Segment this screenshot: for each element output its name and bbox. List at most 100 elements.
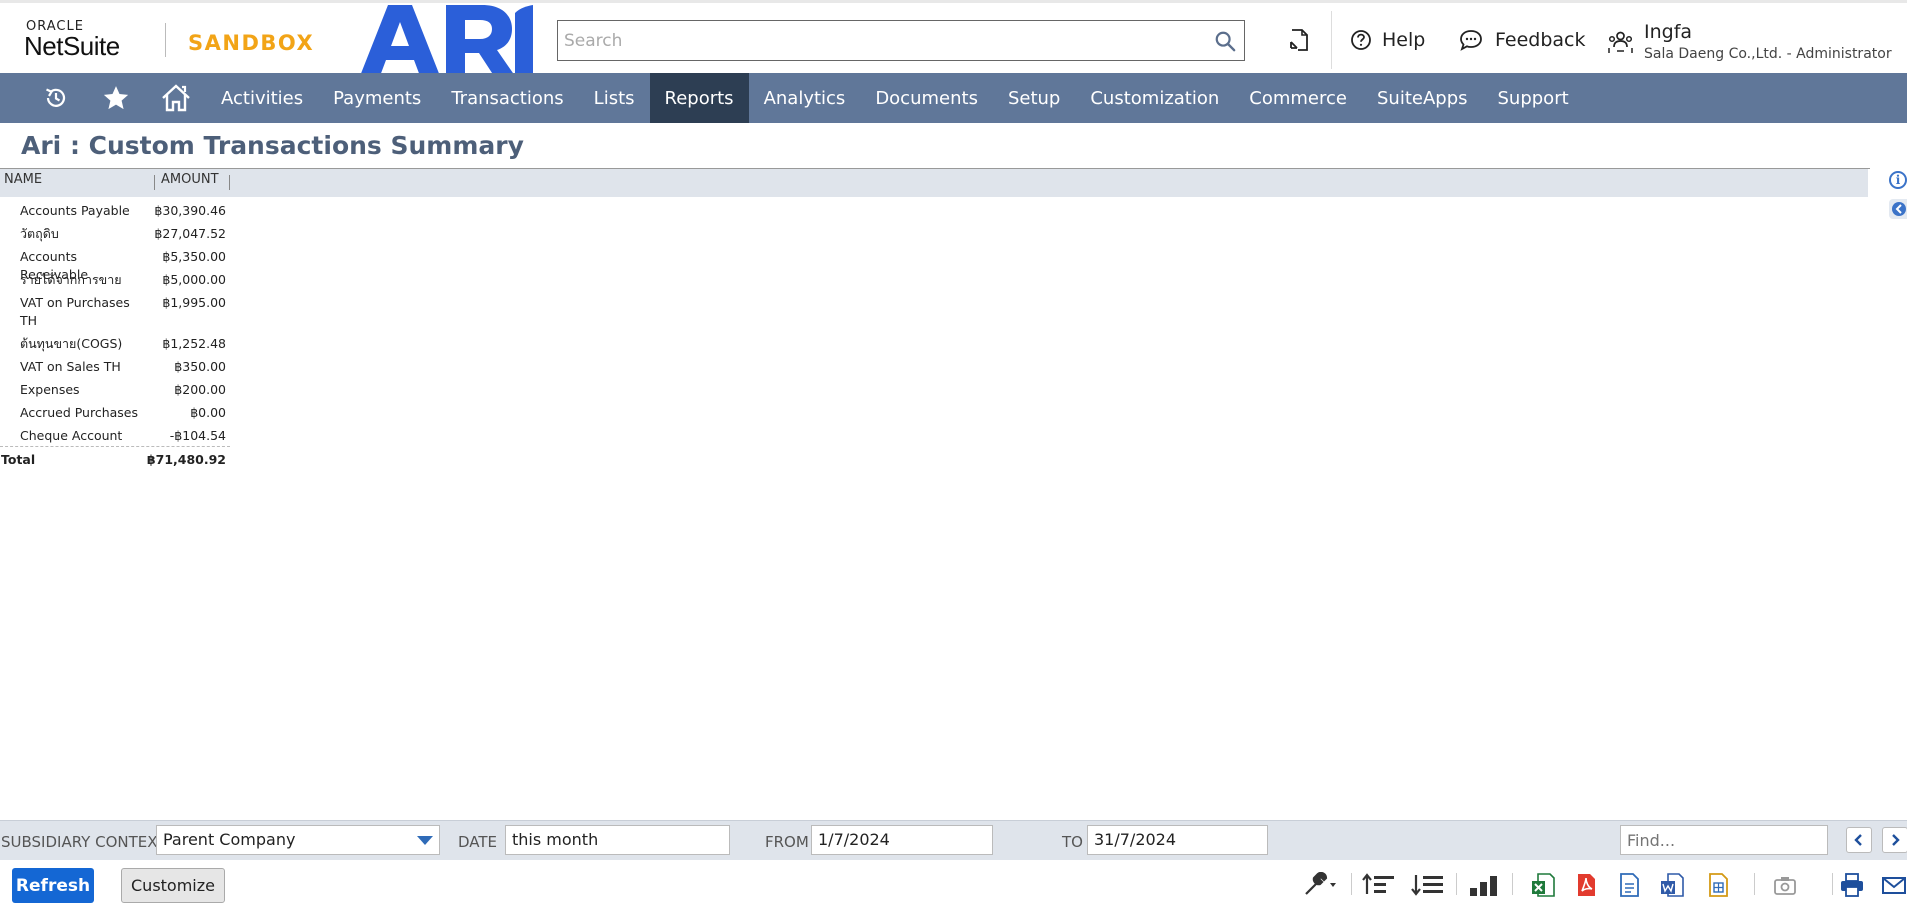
excel-export-icon[interactable] xyxy=(1530,872,1556,898)
account-amount[interactable]: ฿200.00 xyxy=(174,381,226,399)
account-name[interactable]: Accrued Purchases xyxy=(20,404,142,422)
expand-all-icon[interactable] xyxy=(1410,872,1444,898)
search-input[interactable] xyxy=(558,21,1188,60)
toolbar-separator xyxy=(1351,873,1352,895)
csv-export-icon[interactable] xyxy=(1616,872,1642,898)
account-name[interactable]: รายได้จากการขาย xyxy=(20,271,142,289)
table-row[interactable]: Accounts Payable ฿30,390.46 xyxy=(0,199,230,222)
nav-setup[interactable]: Setup xyxy=(993,73,1075,123)
ari-company-logo-icon xyxy=(360,5,533,76)
table-row[interactable]: Cheque Account -฿104.54 xyxy=(0,424,230,447)
refresh-button[interactable]: Refresh xyxy=(12,868,94,903)
account-amount[interactable]: ฿350.00 xyxy=(174,358,226,376)
table-row[interactable]: ต้นทุนขาย(COGS) ฿1,252.48 xyxy=(0,332,230,355)
next-page-button[interactable] xyxy=(1882,827,1907,853)
account-amount[interactable]: ฿5,350.00 xyxy=(162,248,226,266)
subsidiary-context-value: Parent Company xyxy=(163,830,296,849)
account-amount[interactable]: ฿1,252.48 xyxy=(162,335,226,353)
help-label: Help xyxy=(1382,29,1426,51)
print-icon[interactable] xyxy=(1839,872,1865,898)
table-row[interactable]: Accounts Receivable ฿5,350.00 xyxy=(0,245,230,282)
snapshot-camera-icon[interactable] xyxy=(1772,872,1798,898)
nav-suiteapps[interactable]: SuiteApps xyxy=(1362,73,1483,123)
account-name[interactable]: Expenses xyxy=(20,381,142,399)
info-icon[interactable]: i xyxy=(1889,171,1907,189)
column-resize-handle[interactable] xyxy=(154,175,155,190)
report-filter-bar: SUBSIDIARY CONTEXT Parent Company DATE t… xyxy=(0,820,1907,860)
nav-analytics[interactable]: Analytics xyxy=(749,73,861,123)
subsidiary-context-select[interactable]: Parent Company xyxy=(156,825,440,855)
account-name[interactable]: Cheque Account xyxy=(20,427,142,445)
account-amount[interactable]: ฿5,000.00 xyxy=(162,271,226,289)
customize-button[interactable]: Customize xyxy=(121,868,225,903)
email-icon[interactable] xyxy=(1881,872,1907,898)
word-export-icon[interactable] xyxy=(1659,872,1685,898)
previous-page-button[interactable] xyxy=(1846,827,1872,853)
date-label: DATE xyxy=(458,833,498,851)
help-link[interactable]: Help xyxy=(1350,29,1425,51)
table-row[interactable]: Expenses ฿200.00 xyxy=(0,378,230,401)
nav-lists[interactable]: Lists xyxy=(579,73,650,123)
chevron-left-icon xyxy=(1892,202,1906,216)
collapse-panel-button[interactable] xyxy=(1889,199,1907,219)
chevron-right-icon xyxy=(1892,834,1900,846)
nav-customization[interactable]: Customization xyxy=(1075,73,1234,123)
nav-activities[interactable]: Activities xyxy=(206,73,318,123)
account-name[interactable]: Accounts Payable xyxy=(20,202,142,220)
account-amount[interactable]: ฿0.00 xyxy=(190,404,226,422)
to-date-value: 31/7/2024 xyxy=(1094,830,1177,849)
nav-reports[interactable]: Reports xyxy=(649,73,749,123)
search-icon[interactable] xyxy=(1214,30,1236,52)
table-row[interactable]: วัตถุดิบ ฿27,047.52 xyxy=(0,222,230,245)
account-name[interactable]: ต้นทุนขาย(COGS) xyxy=(20,335,142,353)
collapse-all-icon[interactable] xyxy=(1361,872,1395,898)
table-row[interactable]: Accrued Purchases ฿0.00 xyxy=(0,401,230,424)
account-amount[interactable]: ฿30,390.46 xyxy=(154,202,226,220)
user-role[interactable]: Sala Daeng Co.,Ltd. - Administrator xyxy=(1644,46,1892,62)
table-row[interactable]: VAT on Purchases TH ฿1,995.00 xyxy=(0,291,230,332)
logo-divider xyxy=(165,23,166,57)
find-input[interactable] xyxy=(1620,825,1828,855)
date-range-field[interactable]: this month xyxy=(505,825,730,855)
total-amount: ฿71,480.92 xyxy=(146,452,226,467)
toolbar-separator xyxy=(1512,873,1513,895)
user-name[interactable]: Ingfa xyxy=(1644,21,1692,43)
recent-history-icon xyxy=(46,88,66,107)
table-row[interactable]: VAT on Sales TH ฿350.00 xyxy=(0,355,230,378)
toolbar-separator xyxy=(1832,873,1833,895)
main-navigation: Activities Payments Transactions Lists R… xyxy=(0,73,1907,123)
pdf-export-icon[interactable] xyxy=(1573,872,1599,898)
account-amount[interactable]: ฿27,047.52 xyxy=(154,225,226,243)
page-title: Ari : Custom Transactions Summary xyxy=(21,131,524,160)
account-name[interactable]: VAT on Purchases TH xyxy=(20,294,142,330)
account-name[interactable]: VAT on Sales TH xyxy=(20,358,142,376)
nav-payments[interactable]: Payments xyxy=(318,73,436,123)
nav-favorites[interactable] xyxy=(86,73,146,123)
recent-records-document-icon[interactable] xyxy=(1287,28,1311,54)
column-resize-handle[interactable] xyxy=(229,175,230,190)
nav-transactions[interactable]: Transactions xyxy=(436,73,578,123)
account-amount[interactable]: -฿104.54 xyxy=(170,427,226,445)
nav-recent-records[interactable] xyxy=(26,73,86,123)
account-name[interactable]: วัตถุดิบ xyxy=(20,225,142,243)
table-row[interactable]: รายได้จากการขาย ฿5,000.00 xyxy=(0,268,230,291)
column-header-amount[interactable]: AMOUNT xyxy=(161,172,219,187)
global-search[interactable] xyxy=(557,20,1245,61)
from-date-field[interactable]: 1/7/2024 xyxy=(811,825,993,855)
netsuite-logo[interactable]: NetSuite xyxy=(24,31,120,62)
nav-documents[interactable]: Documents xyxy=(860,73,993,123)
header-separator xyxy=(1331,11,1332,69)
account-amount[interactable]: ฿1,995.00 xyxy=(162,294,226,312)
feedback-link[interactable]: Feedback xyxy=(1459,29,1585,51)
toolbar-separator xyxy=(1754,873,1755,895)
total-label: Total xyxy=(1,452,36,467)
column-header-name[interactable]: NAME xyxy=(4,172,42,187)
nav-commerce[interactable]: Commerce xyxy=(1234,73,1362,123)
wrench-icon[interactable] xyxy=(1302,872,1338,898)
chart-icon[interactable] xyxy=(1468,872,1502,898)
xml-export-icon[interactable] xyxy=(1705,872,1731,898)
nav-support[interactable]: Support xyxy=(1483,73,1584,123)
nav-home[interactable] xyxy=(146,73,206,123)
to-date-field[interactable]: 31/7/2024 xyxy=(1087,825,1268,855)
user-roles-icon[interactable] xyxy=(1608,29,1633,54)
